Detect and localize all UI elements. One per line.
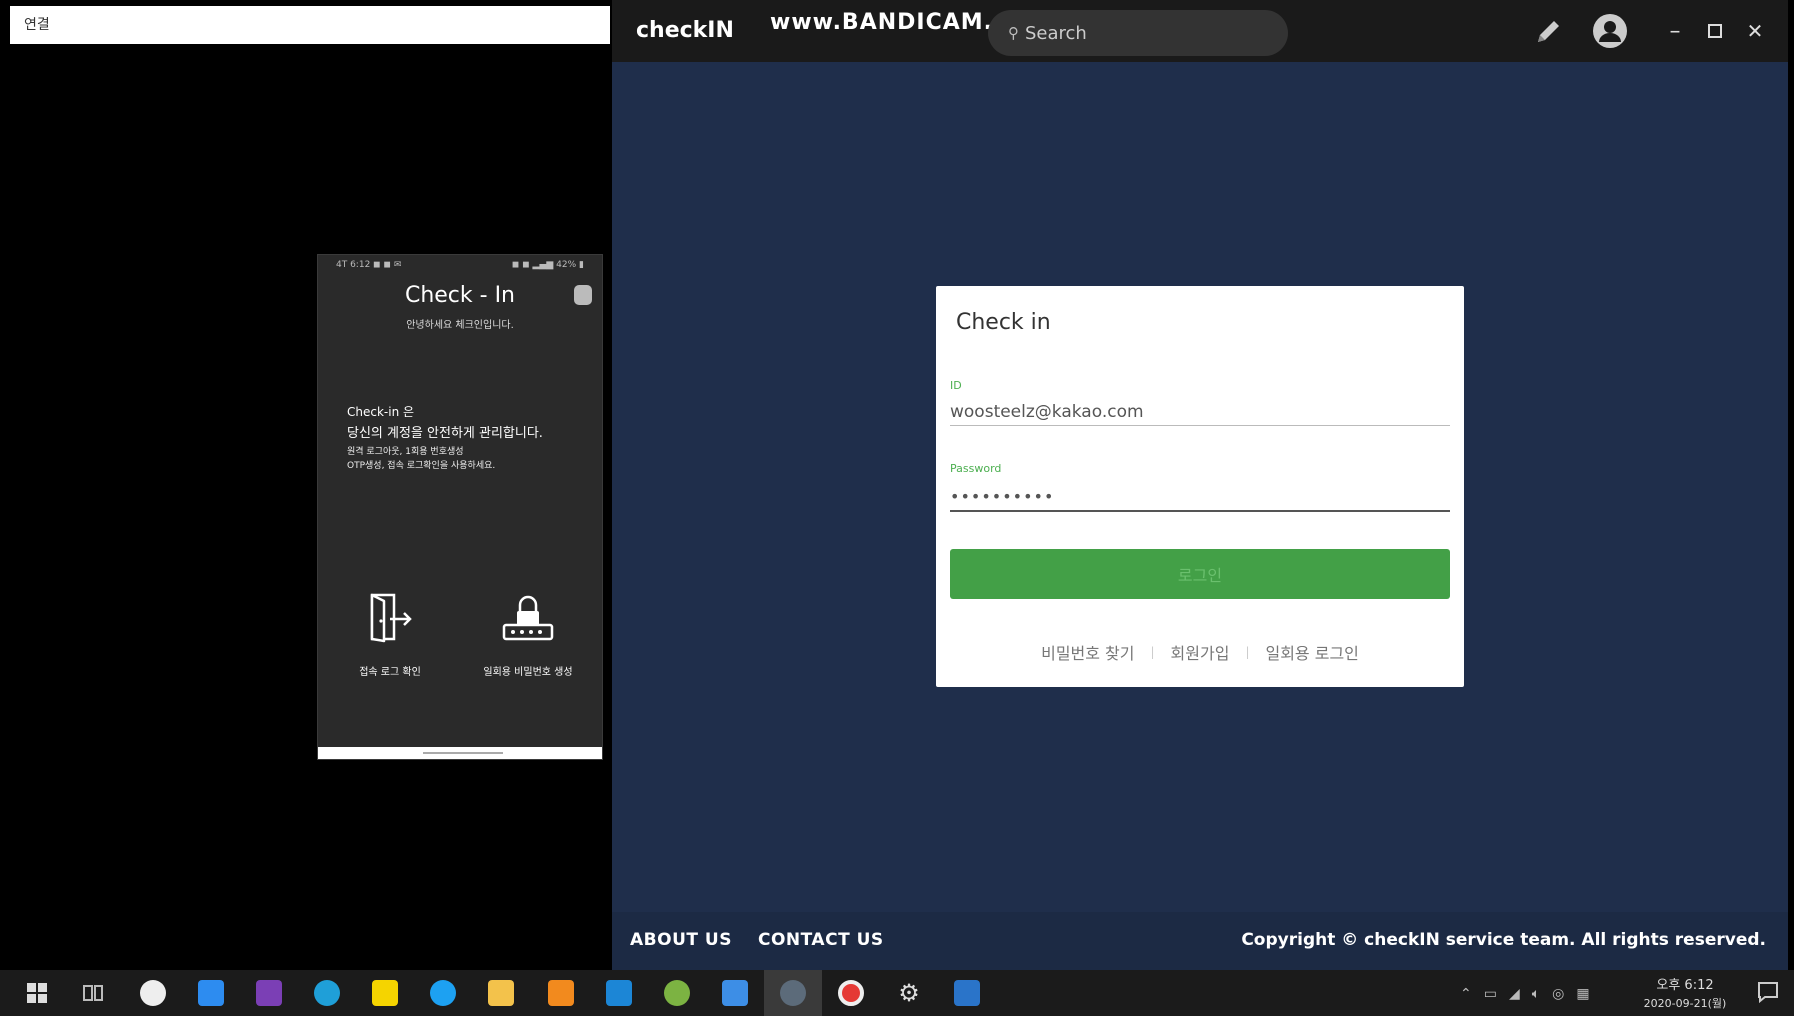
- search-input[interactable]: [1025, 22, 1255, 44]
- file-explorer-icon[interactable]: [486, 978, 516, 1008]
- phone-description-line: OTP생성, 접속 로그확인을 사용하세요.: [347, 461, 496, 471]
- checkin-app-window: checkIN www.BANDICAM.com ⚲ –: [612, 0, 1788, 970]
- find-password-link[interactable]: 비밀번호 찾기: [1041, 640, 1134, 664]
- files-icon[interactable]: [196, 978, 226, 1008]
- task-view-icon[interactable]: [78, 978, 108, 1008]
- login-links: 비밀번호 찾기 | 회원가입 | 일회용 로그인: [936, 640, 1464, 664]
- login-button[interactable]: 로그인: [950, 549, 1450, 599]
- notification-icon: [1758, 982, 1778, 1004]
- close-icon: ✕: [1746, 19, 1764, 43]
- phone-status-bar: 4T 6:12 ◼ ◼ ✉ ◼ ◼ ▂▄▆ 42% ▮: [318, 255, 602, 275]
- phone-app-title: Check - In: [404, 282, 516, 308]
- kakaotalk-icon[interactable]: [370, 978, 400, 1008]
- screen: 연결 4T 6:12 ◼ ◼ ✉ ◼ ◼ ▂▄▆ 42% ▮ Check - I…: [0, 0, 1794, 1016]
- contact-us-link[interactable]: CONTACT US: [758, 930, 884, 950]
- phone-app-bar: Check - In: [318, 275, 602, 315]
- system-tray: ⌃ ▭ ◢ 🔈︎ ◎ ▦: [1460, 980, 1590, 1008]
- edge-icon[interactable]: [312, 978, 342, 1008]
- one-time-login-link[interactable]: 일회용 로그인: [1265, 640, 1358, 664]
- phone-status-left: 4T 6:12 ◼ ◼ ✉: [336, 260, 402, 270]
- electron-app-icon[interactable]: [778, 978, 808, 1008]
- login-card: Check in ID Password 로그인 비밀번호 찾기 | 회원가입 …: [936, 286, 1464, 687]
- twitter-icon[interactable]: [428, 978, 458, 1008]
- taskbar: ⚙ ⌃ ▭ ◢ 🔈︎ ◎ ▦ 오후 6:12 2020-09-21(월): [0, 970, 1794, 1016]
- search-box[interactable]: ⚲: [988, 10, 1288, 56]
- phone-description: Check-in 은 당신의 계정을 안전하게 관리합니다. 원격 로그아웃, …: [347, 403, 543, 471]
- phone-status-right: ◼ ◼ ▂▄▆ 42% ▮: [511, 260, 584, 270]
- id-field-label: ID: [950, 379, 962, 392]
- pencil-icon: [1538, 21, 1559, 42]
- character-icon[interactable]: [662, 978, 692, 1008]
- sublime-icon[interactable]: [546, 978, 576, 1008]
- network-icon[interactable]: ◢: [1509, 986, 1520, 1002]
- signup-link[interactable]: 회원가입: [1171, 640, 1230, 664]
- app-footer: ABOUT US CONTACT US Copyright © checkIN …: [612, 912, 1788, 970]
- taskbar-clock[interactable]: 오후 6:12 2020-09-21(월): [1640, 974, 1730, 1011]
- lock-password-icon: [502, 595, 554, 641]
- edit-button[interactable]: [1530, 14, 1568, 48]
- link-separator: |: [1150, 645, 1155, 659]
- notification-center-button[interactable]: [1756, 980, 1780, 1006]
- password-field-label: Password: [950, 462, 1002, 475]
- input-method-icon[interactable]: ▦: [1576, 986, 1589, 1002]
- maximize-button[interactable]: [1700, 14, 1730, 48]
- vscode-icon[interactable]: [604, 978, 634, 1008]
- door-exit-icon: [370, 593, 412, 643]
- settings-icon[interactable]: ⚙: [894, 978, 924, 1008]
- phone-action-label: 접속 로그 확인: [359, 667, 421, 678]
- paint-icon[interactable]: [138, 978, 168, 1008]
- record-icon[interactable]: [836, 978, 866, 1008]
- copyright-text: Copyright © checkIN service team. All ri…: [1241, 930, 1766, 950]
- phone-action-label: 일회용 비밀번호 생성: [483, 667, 573, 678]
- mirror-window-title: 연결: [24, 17, 50, 33]
- clock-time: 오후 6:12: [1656, 978, 1714, 993]
- id-field[interactable]: [950, 398, 1450, 426]
- link-separator: |: [1245, 645, 1250, 659]
- phone-menu-icon[interactable]: [574, 285, 592, 305]
- clock-date: 2020-09-21(월): [1643, 997, 1727, 1010]
- mirror-window-titlebar[interactable]: 연결: [10, 6, 610, 44]
- phone-description-line: 원격 로그아웃, 1회용 번호생성: [347, 447, 464, 457]
- phone-nav-bar: [318, 747, 602, 759]
- minimize-icon: –: [1669, 18, 1681, 44]
- login-title: Check in: [956, 310, 1051, 335]
- app-header: checkIN www.BANDICAM.com ⚲ –: [612, 0, 1788, 62]
- status-icon[interactable]: ◎: [1552, 986, 1564, 1002]
- maximize-icon: [1708, 24, 1722, 38]
- mail-icon[interactable]: [720, 978, 750, 1008]
- password-field[interactable]: [950, 482, 1450, 512]
- phone-description-line: Check-in 은: [347, 405, 415, 419]
- phone-subtitle: 안녕하세요 체크인입니다.: [406, 320, 514, 331]
- close-button[interactable]: ✕: [1740, 14, 1770, 48]
- phone-action-access-log[interactable]: 접속 로그 확인: [330, 591, 450, 678]
- account-button[interactable]: [1589, 14, 1631, 48]
- phone-screen[interactable]: 4T 6:12 ◼ ◼ ✉ ◼ ◼ ▂▄▆ 42% ▮ Check - In 안…: [317, 254, 603, 760]
- onenote-icon[interactable]: [254, 978, 284, 1008]
- battery-icon[interactable]: ▭: [1484, 986, 1497, 1002]
- phone-description-line: 당신의 계정을 안전하게 관리합니다.: [347, 426, 543, 441]
- about-us-link[interactable]: ABOUT US: [630, 930, 732, 950]
- account-circle-icon: [1593, 14, 1627, 48]
- app-brand[interactable]: checkIN: [636, 18, 734, 43]
- app-icon[interactable]: [952, 978, 982, 1008]
- search-icon: ⚲: [1008, 24, 1019, 42]
- windows-start-icon[interactable]: [22, 978, 52, 1008]
- minimize-button[interactable]: –: [1660, 14, 1690, 48]
- phone-action-otp[interactable]: 일회용 비밀번호 생성: [468, 591, 588, 678]
- volume-icon[interactable]: 🔈︎: [1532, 986, 1540, 1002]
- chevron-up-icon[interactable]: ⌃: [1460, 986, 1472, 1002]
